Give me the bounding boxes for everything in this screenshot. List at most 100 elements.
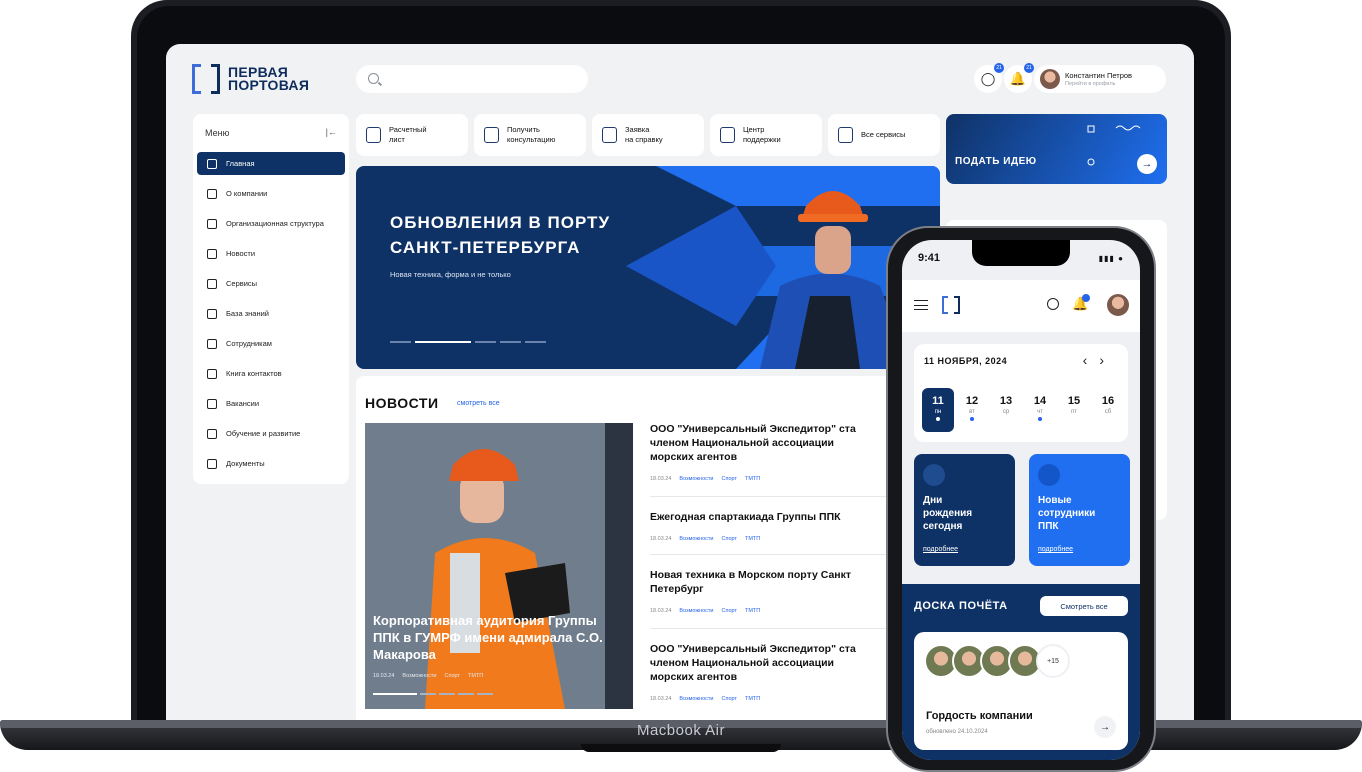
- news-tag[interactable]: Возможности: [679, 476, 713, 482]
- news-title: Ежегодная спартакиада Группы ППК: [650, 511, 841, 523]
- bell-icon[interactable]: 🔔: [1072, 294, 1090, 312]
- news-tag[interactable]: Возможности: [679, 696, 713, 702]
- new-employees-card[interactable]: Новые сотрудники ППК подробнее: [1029, 454, 1130, 566]
- sidebar-item-documents[interactable]: Документы: [197, 452, 345, 475]
- news-tag[interactable]: ТМТП: [745, 696, 760, 702]
- news-list-item[interactable]: Новая техника в Морском порту Санкт Пете…: [650, 568, 890, 614]
- birthdays-card[interactable]: Дни рождения сегодня подробнее: [914, 454, 1015, 566]
- birthdays-title: Дни рождения сегодня: [923, 495, 973, 532]
- featured-news-card[interactable]: Корпоративная аудитория Группы ППК в ГУМ…: [365, 423, 633, 709]
- news-see-all-link[interactable]: смотреть все: [457, 400, 500, 407]
- calendar-day[interactable]: 14 чт: [1024, 388, 1056, 432]
- phone-header: 🔔: [902, 280, 1140, 332]
- calendar-day[interactable]: 11 пн: [922, 388, 954, 432]
- document-icon: [207, 458, 217, 469]
- honor-avatars: +15: [924, 644, 1070, 678]
- phone-screen: 9:41 ▮▮▮ ● 🔔 11 НОЯБРЯ, 2024 ‹› 11 пн 12 в…: [902, 240, 1140, 760]
- sidebar-item-employees[interactable]: Сотрудникам: [197, 332, 345, 355]
- featured-news-tag[interactable]: Спорт: [445, 673, 460, 679]
- payslip-icon: [366, 127, 381, 143]
- submit-idea-card[interactable]: ПОДАТЬ ИДЕЮ →: [946, 114, 1167, 184]
- news-title: ООО "Универсальный Экспедитор" ста члено…: [650, 423, 856, 463]
- news-tag[interactable]: Возможности: [679, 608, 713, 614]
- sidebar-item-contacts[interactable]: Книга контактов: [197, 362, 345, 385]
- event-dot: [1038, 417, 1042, 421]
- notifications-button[interactable]: 🔔 21: [1004, 63, 1034, 93]
- tile-certificate-request[interactable]: Заявка на справку: [592, 114, 704, 156]
- featured-news-tag[interactable]: Возможности: [402, 673, 436, 679]
- calendar-day[interactable]: 15 пт: [1058, 388, 1090, 432]
- chevron-left-icon[interactable]: ‹: [1083, 352, 1100, 368]
- news-tag[interactable]: ТМТП: [745, 536, 760, 542]
- featured-news-pagination[interactable]: [373, 693, 493, 695]
- news-tag[interactable]: ТМТП: [745, 608, 760, 614]
- chat-button[interactable]: ◯ 21: [974, 63, 1004, 93]
- tile-support[interactable]: Центр поддержки: [710, 114, 822, 156]
- new-employees-more-link[interactable]: подробнее: [1038, 546, 1073, 553]
- notifications-badge: 21: [1024, 63, 1034, 73]
- tile-all-services[interactable]: Все сервисы: [828, 114, 940, 156]
- sidebar-item-learning[interactable]: Обучение и развитие: [197, 422, 345, 445]
- news-list-item[interactable]: ООО "Универсальный Экспедитор" ста члено…: [650, 422, 890, 482]
- cake-icon: [923, 464, 945, 486]
- news-tag[interactable]: Возможности: [679, 536, 713, 542]
- laptop-hinge: [581, 744, 781, 752]
- sidebar-item-vacancies[interactable]: Вакансии: [197, 392, 345, 415]
- collapse-sidebar-icon[interactable]: |←: [326, 127, 337, 137]
- sidebar-item-structure[interactable]: Организационная структура: [197, 212, 345, 235]
- news-list-item[interactable]: ООО "Универсальный Экспедитор" ста члено…: [650, 642, 890, 702]
- people-icon: [207, 398, 217, 409]
- news-title: Новая техника в Морском порту Санкт Пете…: [650, 569, 852, 595]
- logo-mark-icon[interactable]: [942, 296, 960, 314]
- menu-icon[interactable]: [914, 300, 928, 310]
- logo-line2: ПОРТОВАЯ: [228, 77, 310, 93]
- company-logo[interactable]: ПЕРВАЯ ПОРТОВАЯ: [192, 64, 309, 94]
- info-icon: [207, 188, 217, 199]
- status-time: 9:41: [918, 252, 941, 264]
- book-icon: [207, 308, 217, 319]
- calendar-day[interactable]: 12 вт: [956, 388, 988, 432]
- tile-consultation[interactable]: Получить консультацию: [474, 114, 586, 156]
- sidebar-item-news[interactable]: Новости: [197, 242, 345, 265]
- see-all-button[interactable]: Смотреть все: [1040, 596, 1128, 616]
- featured-news-date: 18.03.24: [373, 673, 395, 679]
- ship-icon: [1038, 464, 1060, 486]
- honor-board-card[interactable]: +15 Гордость компании обновлено 24.10.20…: [914, 632, 1128, 750]
- news-icon: [207, 248, 217, 259]
- news-tag[interactable]: Спорт: [722, 696, 737, 702]
- idea-pattern-icon: [1087, 125, 1154, 166]
- news-tag[interactable]: Спорт: [722, 536, 737, 542]
- search-icon[interactable]: [1047, 298, 1059, 310]
- banner-pagination[interactable]: [390, 341, 546, 343]
- birthdays-more-link[interactable]: подробнее: [923, 546, 958, 553]
- calendar-day[interactable]: 13 ср: [990, 388, 1022, 432]
- tile-payslip[interactable]: Расчетный лист: [356, 114, 468, 156]
- arrow-right-icon[interactable]: →: [1094, 716, 1116, 738]
- star-icon: [207, 428, 217, 439]
- sidebar-item-home[interactable]: Главная: [197, 152, 345, 175]
- news-tag[interactable]: Спорт: [722, 476, 737, 482]
- contacts-icon: [207, 368, 217, 379]
- phone-frame: 9:41 ▮▮▮ ● 🔔 11 НОЯБРЯ, 2024 ‹› 11 пн 12 в…: [886, 226, 1156, 772]
- sidebar-item-about[interactable]: О компании: [197, 182, 345, 205]
- arrow-right-icon[interactable]: →: [1137, 154, 1157, 174]
- event-dot: [936, 417, 940, 421]
- grid-icon: [207, 278, 217, 289]
- featured-news-tag[interactable]: ТМТП: [468, 673, 483, 679]
- user-profile-button[interactable]: Константин Петров Перейти в профиль: [1034, 65, 1166, 93]
- news-tag[interactable]: Спорт: [722, 608, 737, 614]
- hero-banner[interactable]: ОБНОВЛЕНИЯ В ПОРТУ САНКТ-ПЕТЕРБУРГА Нова…: [356, 166, 940, 369]
- avatar[interactable]: [1107, 294, 1129, 316]
- calendar-day[interactable]: 16 сб: [1092, 388, 1124, 432]
- chevron-right-icon[interactable]: ›: [1099, 352, 1116, 368]
- search-input[interactable]: [356, 65, 588, 93]
- avatar: [1040, 69, 1060, 89]
- profile-link[interactable]: Перейти в профиль: [1065, 81, 1116, 87]
- dynamic-island: [972, 240, 1070, 266]
- mockup-stage: Macbook Air ПЕРВАЯ ПОРТОВАЯ ◯ 21 🔔 21 Ко…: [0, 0, 1362, 772]
- sidebar-item-services[interactable]: Сервисы: [197, 272, 345, 295]
- sidebar-item-knowledge[interactable]: База знаний: [197, 302, 345, 325]
- search-icon: [368, 73, 379, 84]
- news-list-item[interactable]: Ежегодная спартакиада Группы ППК 18.03.2…: [650, 510, 890, 542]
- news-tag[interactable]: ТМТП: [745, 476, 760, 482]
